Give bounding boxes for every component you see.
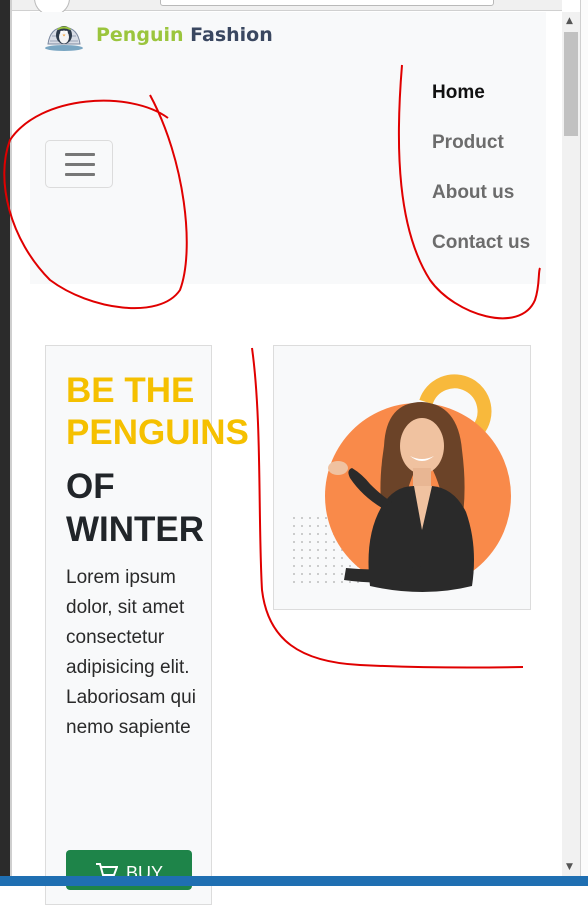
hamburger-icon-bar [65,163,95,166]
nav-link-product[interactable]: Product [432,132,504,154]
hero-woman-image [293,374,511,592]
brand-name-part1: Penguin [96,24,184,46]
hamburger-icon-bar [65,153,95,156]
hero-headline-yellow-line2: PENGUINS [66,413,249,452]
hero-headline-dark-line1: OF [66,467,115,506]
hero-paragraph: Lorem ipsum dolor, sit amet consectetur … [66,567,196,738]
browser-toolbar [12,0,562,16]
nav-link-contact-us[interactable]: Contact us [432,232,530,254]
brand-name-part2: Fashion [190,24,273,46]
scrollbar-thumb[interactable] [564,32,578,136]
scroll-up-icon[interactable]: ▲ [566,16,573,26]
window-left-border [10,0,12,886]
hero-headline-yellow-line1: BE THE [66,371,195,410]
nav-link-home[interactable]: Home [432,82,485,104]
navbar: Penguin Fashion Home Product About us Co… [30,12,546,284]
taskbar-strip [0,876,588,886]
scroll-down-icon[interactable]: ▼ [566,862,573,872]
hamburger-icon-bar [65,173,95,176]
brand-name: Penguin Fashion [96,24,273,46]
hero-headline-dark-line2: WINTER [66,510,205,549]
window-left-frame [0,0,10,886]
penguin-logo-icon [45,26,83,51]
hero-image-card [273,345,531,610]
menu-toggle-button[interactable] [45,140,113,188]
page-scrollbar[interactable]: ▲ ▼ [562,12,580,876]
window-right-edge [580,0,588,886]
browser-address-bar[interactable] [160,0,494,6]
nav-link-about-us[interactable]: About us [432,182,514,204]
brand-link[interactable]: Penguin Fashion [44,16,273,54]
